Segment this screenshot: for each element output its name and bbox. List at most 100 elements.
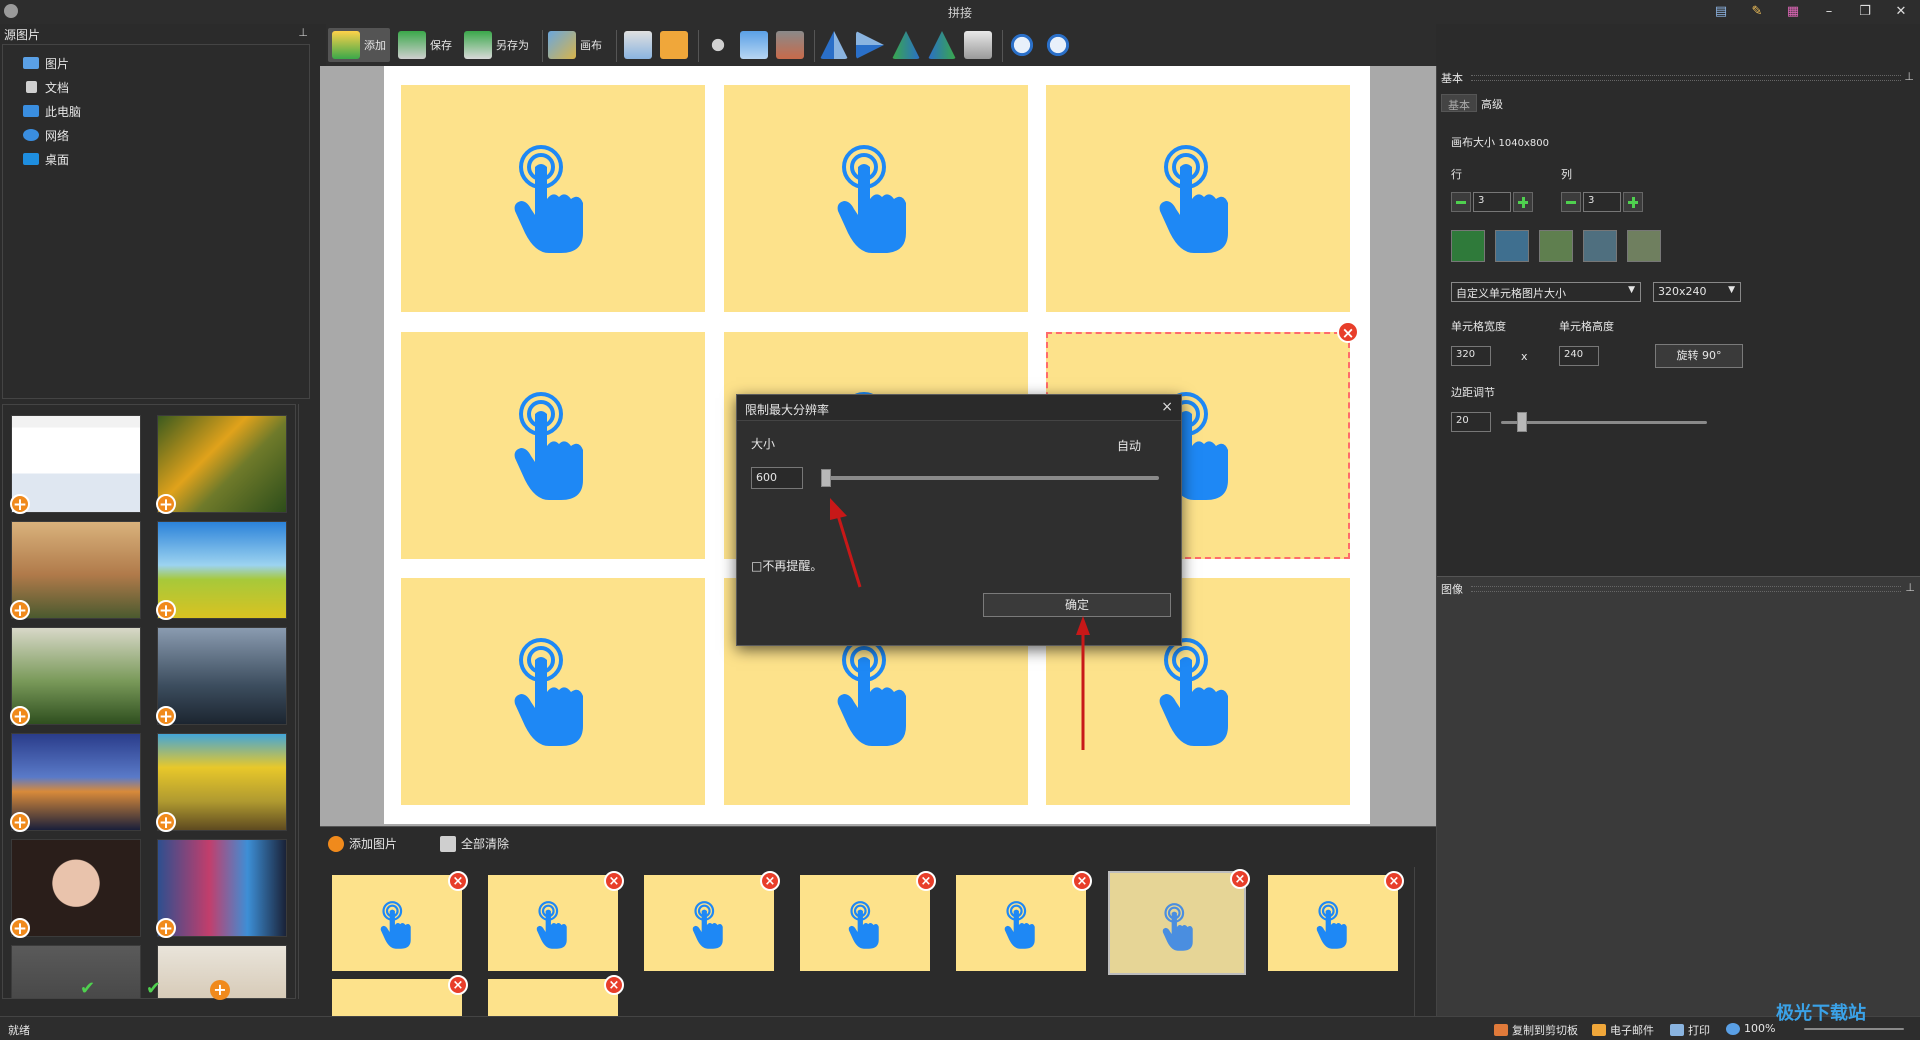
restore-button[interactable]: ❐ xyxy=(1854,2,1876,22)
remove-thumbnail-icon[interactable]: × xyxy=(1384,871,1404,891)
document-icon[interactable]: ▤ xyxy=(1710,2,1732,22)
margin-slider-track[interactable] xyxy=(1501,421,1707,424)
add-icon[interactable]: + xyxy=(156,706,176,727)
strip-scrollbar[interactable] xyxy=(1414,867,1426,1017)
rotate-right-button[interactable] xyxy=(928,28,960,62)
add-images-button[interactable]: 添加图片 xyxy=(328,835,397,852)
thumbnail-app-grid[interactable]: + xyxy=(156,839,287,939)
eraser-button[interactable] xyxy=(964,28,996,62)
rotate-90-button[interactable]: 旋转 90° xyxy=(1655,344,1743,368)
cut-button[interactable] xyxy=(704,28,736,62)
collage-cell[interactable] xyxy=(1046,85,1350,312)
add-icon[interactable]: + xyxy=(156,918,176,939)
tree-item-desktop[interactable]: 桌面 xyxy=(23,149,69,169)
cell-width-input[interactable]: 320 xyxy=(1451,346,1491,366)
thumbnail-rice-field[interactable]: + xyxy=(156,733,287,833)
remove-thumbnail-icon[interactable]: × xyxy=(1072,871,1092,891)
cell-height-input[interactable]: 240 xyxy=(1559,346,1599,366)
tree-item-documents[interactable]: 文档 xyxy=(23,77,69,97)
cell-size-preset-select[interactable]: 320x240 ▼ xyxy=(1653,282,1741,302)
minimize-button[interactable]: – xyxy=(1818,2,1840,22)
strip-thumbnail[interactable]: × xyxy=(956,871,1092,971)
cell-size-mode-select[interactable]: 自定义单元格图片大小 ▼ xyxy=(1451,282,1641,302)
remove-thumbnail-icon[interactable]: × xyxy=(760,871,780,891)
tree-item-network[interactable]: 网络 xyxy=(23,125,69,145)
remove-thumbnail-icon[interactable]: × xyxy=(448,871,468,891)
margin-input[interactable]: 20 xyxy=(1451,412,1491,432)
collage-cell[interactable] xyxy=(401,578,705,805)
cols-increment-button[interactable] xyxy=(1623,192,1643,212)
rows-decrement-button[interactable] xyxy=(1451,192,1471,212)
rotate-left-button[interactable] xyxy=(892,28,924,62)
collage-cell[interactable] xyxy=(401,332,705,559)
thumbnail-misty-hills[interactable]: + xyxy=(10,627,141,727)
add-icon[interactable]: + xyxy=(10,812,30,833)
strip-thumbnail[interactable]: × xyxy=(800,871,936,971)
save-as-button[interactable]: 另存为 xyxy=(464,28,529,62)
collage-cell[interactable] xyxy=(401,85,705,312)
flip-vertical-button[interactable] xyxy=(856,28,888,62)
crop-button[interactable] xyxy=(776,28,808,62)
add-icon[interactable]: + xyxy=(156,600,176,621)
clear-all-button[interactable]: 全部清除 xyxy=(440,835,509,852)
no-remind-checkbox[interactable]: □不再提醒。 xyxy=(751,557,822,574)
tree-item-pictures[interactable]: 图片 xyxy=(23,53,69,73)
add-icon[interactable]: + xyxy=(10,494,30,515)
layout-preset-2-icon[interactable] xyxy=(1495,230,1529,262)
pin-icon[interactable]: ⊥ xyxy=(298,26,308,39)
layout-preset-5-icon[interactable] xyxy=(1627,230,1661,262)
zoom-level[interactable]: 100% xyxy=(1726,1022,1775,1035)
strip-thumbnail-selected[interactable]: × xyxy=(1108,869,1250,975)
tab-basic[interactable]: 基本 xyxy=(1441,94,1477,112)
remove-thumbnail-icon[interactable]: × xyxy=(916,871,936,891)
remove-thumbnail-icon[interactable]: × xyxy=(448,975,468,995)
email-button[interactable]: 电子邮件 xyxy=(1592,1022,1654,1038)
flip-horizontal-button[interactable] xyxy=(820,28,852,62)
remove-thumbnail-icon[interactable]: × xyxy=(604,975,624,995)
dialog-close-icon[interactable]: × xyxy=(1161,399,1173,415)
canvas-button[interactable]: 画布 xyxy=(548,28,602,62)
layout-preset-3-icon[interactable] xyxy=(1539,230,1573,262)
strip-thumbnail[interactable]: × xyxy=(332,871,468,971)
add-icon[interactable]: + xyxy=(10,600,30,621)
email-button[interactable] xyxy=(660,28,692,62)
cols-decrement-button[interactable] xyxy=(1561,192,1581,212)
cols-input[interactable]: 3 xyxy=(1583,192,1621,212)
rows-increment-button[interactable] xyxy=(1513,192,1533,212)
add-icon[interactable]: + xyxy=(10,706,30,727)
pin-icon[interactable]: ⊥ xyxy=(1904,70,1914,83)
layout-preset-4-icon[interactable] xyxy=(1583,230,1617,262)
size-slider-thumb[interactable] xyxy=(821,469,831,487)
add-icon[interactable]: + xyxy=(156,494,176,515)
add-button[interactable]: 添加 xyxy=(328,28,390,62)
thumbnail-screenshot[interactable]: + xyxy=(10,415,141,515)
check-all-icon[interactable]: ✔ xyxy=(146,978,161,999)
remove-cell-icon[interactable]: × xyxy=(1337,321,1359,343)
margin-slider-thumb[interactable] xyxy=(1517,412,1527,432)
thumbnail-bridge-night[interactable]: + xyxy=(10,733,141,833)
print-button[interactable]: 打印 xyxy=(1670,1022,1710,1038)
add-icon[interactable]: + xyxy=(156,812,176,833)
palette-icon[interactable]: ▦ xyxy=(1782,2,1804,22)
size-slider-track[interactable] xyxy=(821,476,1159,480)
pin-icon[interactable]: ⊥ xyxy=(1905,581,1915,594)
strip-thumbnail[interactable]: × xyxy=(488,871,624,971)
pencil-icon[interactable]: ✎ xyxy=(1746,2,1768,22)
tab-advanced[interactable]: 高级 xyxy=(1475,94,1509,112)
collage-cell[interactable] xyxy=(724,85,1028,312)
thumbnail-portrait[interactable]: + xyxy=(10,839,141,939)
thumbnail-gray[interactable] xyxy=(11,945,141,998)
thumbnails-scrollbar[interactable] xyxy=(298,404,310,999)
copy-clipboard-button[interactable]: 复制到剪切板 xyxy=(1494,1022,1578,1038)
print-button[interactable] xyxy=(624,28,656,62)
add-icon[interactable]: + xyxy=(10,918,30,939)
strip-thumbnail[interactable]: × xyxy=(644,871,780,971)
rows-input[interactable]: 3 xyxy=(1473,192,1511,212)
copy-button[interactable] xyxy=(740,28,772,62)
thumbnail-forest-road[interactable]: + xyxy=(156,415,287,515)
strip-thumbnail[interactable]: × xyxy=(332,975,468,1017)
thumbnail-mountain-temple[interactable]: + xyxy=(10,521,141,621)
save-button[interactable]: 保存 xyxy=(398,28,452,62)
thumbnail-green-field[interactable]: + xyxy=(156,521,287,621)
strip-thumbnail[interactable]: × xyxy=(488,975,624,1017)
